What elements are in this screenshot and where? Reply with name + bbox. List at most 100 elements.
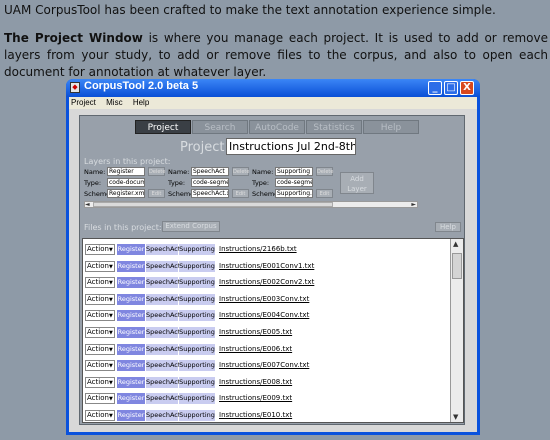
- register-chip[interactable]: Register: [117, 277, 145, 289]
- scroll-right-icon[interactable]: ►: [411, 201, 416, 208]
- supporting-chip[interactable]: Supporting: [179, 343, 215, 355]
- edit-scheme-button[interactable]: Edit: [316, 189, 333, 198]
- action-dropdown[interactable]: Action▼: [85, 360, 115, 372]
- register-chip[interactable]: Register: [117, 343, 145, 355]
- layer-name-field[interactable]: Supporting: [275, 167, 313, 176]
- action-dropdown[interactable]: Action▼: [85, 376, 115, 388]
- action-dropdown[interactable]: Action▼: [85, 260, 115, 272]
- file-link[interactable]: Instructions/E002Conv2.txt: [219, 277, 314, 288]
- register-chip[interactable]: Register: [117, 260, 145, 272]
- file-link[interactable]: Instructions/2166b.txt: [219, 244, 297, 255]
- layer-scheme-field[interactable]: SpeechAct.xm: [191, 189, 229, 198]
- menu-project[interactable]: Project: [71, 98, 96, 107]
- file-list-scrollbar[interactable]: ▲ ▼: [450, 239, 463, 422]
- speechact-chip[interactable]: SpeechAct: [146, 260, 180, 272]
- action-dropdown[interactable]: Action▼: [85, 244, 115, 255]
- speechact-chip[interactable]: SpeechAct: [146, 310, 180, 322]
- register-chip[interactable]: Register: [117, 376, 145, 388]
- action-dropdown[interactable]: Action▼: [85, 343, 115, 355]
- maximize-button[interactable]: □: [444, 81, 458, 95]
- action-dropdown[interactable]: Action▼: [85, 277, 115, 289]
- close-button[interactable]: X: [460, 81, 474, 95]
- file-link[interactable]: Instructions/E005.txt: [219, 327, 292, 338]
- tab-autocode[interactable]: AutoCode: [249, 120, 305, 134]
- action-label: Action: [87, 394, 109, 403]
- supporting-chip[interactable]: Supporting: [179, 244, 215, 255]
- speechact-chip[interactable]: SpeechAct: [146, 293, 180, 305]
- supporting-chip[interactable]: Supporting: [179, 410, 215, 421]
- layer-scheme-field[interactable]: Supporting.xm: [275, 189, 313, 198]
- supporting-chip[interactable]: Supporting: [179, 260, 215, 272]
- speechact-chip[interactable]: SpeechAct: [146, 410, 180, 421]
- file-link[interactable]: Instructions/E006.txt: [219, 344, 292, 355]
- supporting-chip[interactable]: Supporting: [179, 376, 215, 388]
- title-bar[interactable]: ◆ CorpusTool 2.0 beta 5 _ □ X: [66, 79, 480, 97]
- file-link[interactable]: Instructions/E004Conv.txt: [219, 310, 309, 321]
- file-row: Action▼ Register SpeechAct Supporting Instru…: [83, 309, 451, 323]
- extend-corpus-button[interactable]: Extend Corpus: [162, 221, 220, 232]
- tab-statistics[interactable]: Statistics: [306, 120, 362, 134]
- edit-scheme-button[interactable]: Edit: [148, 189, 165, 198]
- scroll-down-icon[interactable]: ▼: [453, 413, 458, 421]
- file-link[interactable]: Instructions/E003Conv.txt: [219, 294, 309, 305]
- supporting-chip[interactable]: Supporting: [179, 277, 215, 289]
- supporting-chip[interactable]: Supporting: [179, 293, 215, 305]
- layer-name-field[interactable]: SpeechAct: [191, 167, 229, 176]
- action-dropdown[interactable]: Action▼: [85, 410, 115, 421]
- speechact-chip[interactable]: SpeechAct: [146, 376, 180, 388]
- menu-help[interactable]: Help: [133, 98, 149, 107]
- action-label: Action: [87, 311, 109, 320]
- action-dropdown[interactable]: Action▼: [85, 327, 115, 338]
- files-help-button[interactable]: Help: [435, 222, 461, 232]
- register-chip[interactable]: Register: [117, 360, 145, 372]
- edit-scheme-button[interactable]: Edit: [232, 189, 249, 198]
- speechact-chip[interactable]: SpeechAct: [146, 327, 180, 338]
- delete-layer-button[interactable]: Delete: [148, 167, 165, 176]
- register-chip[interactable]: Register: [117, 393, 145, 405]
- register-chip[interactable]: Register: [117, 410, 145, 421]
- speechact-chip[interactable]: SpeechAct: [146, 360, 180, 372]
- speechact-chip[interactable]: SpeechAct: [146, 277, 180, 289]
- supporting-chip[interactable]: Supporting: [179, 310, 215, 322]
- menu-misc[interactable]: Misc: [106, 98, 122, 107]
- register-chip[interactable]: Register: [117, 293, 145, 305]
- layer-name-field[interactable]: Register: [107, 167, 145, 176]
- supporting-chip[interactable]: Supporting: [179, 360, 215, 372]
- action-dropdown[interactable]: Action▼: [85, 310, 115, 322]
- file-link[interactable]: Instructions/E009.txt: [219, 393, 292, 404]
- tab-help[interactable]: Help: [363, 120, 419, 134]
- project-name-field[interactable]: Instructions Jul 2nd-8th: [226, 138, 356, 155]
- file-link[interactable]: Instructions/E001Conv1.txt: [219, 261, 314, 272]
- scroll-left-icon[interactable]: ◄: [85, 201, 90, 208]
- file-link[interactable]: Instructions/E008.txt: [219, 377, 292, 388]
- delete-layer-button[interactable]: Delete: [232, 167, 249, 176]
- action-label: Action: [87, 245, 109, 253]
- layer-type-field[interactable]: code-segment: [275, 178, 313, 187]
- speechact-chip[interactable]: SpeechAct: [146, 244, 180, 255]
- tab-search[interactable]: Search: [192, 120, 248, 134]
- file-row: Action▼ Register SpeechAct Supporting Instru…: [83, 326, 451, 340]
- file-link[interactable]: Instructions/E010.txt: [219, 410, 292, 421]
- tab-project[interactable]: Project: [135, 120, 191, 134]
- supporting-chip[interactable]: Supporting: [179, 393, 215, 405]
- minimize-button[interactable]: _: [428, 81, 442, 95]
- action-dropdown[interactable]: Action▼: [85, 293, 115, 305]
- layer-type-field[interactable]: code-documen: [107, 178, 145, 187]
- layers-horizontal-scrollbar[interactable]: ◄ ►: [84, 201, 418, 208]
- register-chip[interactable]: Register: [117, 244, 145, 255]
- layers-heading: Layers in this project:: [84, 157, 171, 166]
- scroll-thumb[interactable]: [452, 253, 462, 279]
- add-layer-button[interactable]: Add Layer: [340, 172, 374, 194]
- layer-type-field[interactable]: code-segment: [191, 178, 229, 187]
- scroll-thumb[interactable]: [93, 202, 333, 207]
- delete-layer-button[interactable]: Delete: [316, 167, 333, 176]
- register-chip[interactable]: Register: [117, 327, 145, 338]
- action-dropdown[interactable]: Action▼: [85, 393, 115, 405]
- scroll-up-icon[interactable]: ▲: [453, 240, 458, 248]
- supporting-chip[interactable]: Supporting: [179, 327, 215, 338]
- layer-scheme-field[interactable]: Register.xml: [107, 189, 145, 198]
- register-chip[interactable]: Register: [117, 310, 145, 322]
- speechact-chip[interactable]: SpeechAct: [146, 343, 180, 355]
- file-link[interactable]: Instructions/E007Conv.txt: [219, 360, 309, 371]
- speechact-chip[interactable]: SpeechAct: [146, 393, 180, 405]
